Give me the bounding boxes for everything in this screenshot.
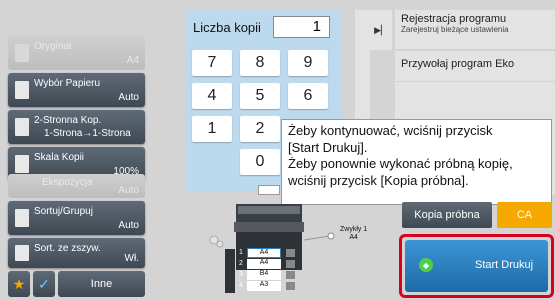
recall-eco-program-button[interactable]: Przywołaj program Eko [395,51,555,81]
tray-paper-icon [286,271,295,279]
exposure-label: Ekspozycja [42,177,93,188]
key-5[interactable]: 5 [240,83,280,109]
play-arrow-icon: ▶▏ [374,24,388,35]
start-icon: ◆ [419,258,433,272]
paper-icon [15,81,29,99]
original-label: Oryginał [34,41,72,52]
sort-value: Auto [118,220,139,231]
tray-stack-body [225,249,235,293]
scale-icon [15,155,29,173]
tooltip-line-4: wciśnij przycisk [Kopia próbna]. [288,172,469,188]
tray-size: A4 [247,248,281,258]
clear-all-button[interactable]: CA [497,202,552,228]
tray-size: B4 [247,270,281,280]
paper-label: Wybór Papieru [34,78,101,89]
tray-number: 2 [239,260,243,267]
original-button[interactable]: Oryginał A4 [8,36,145,70]
scanner-icon [258,185,280,195]
expand-right-panel-button[interactable]: ▶▏ [370,10,392,50]
copies-title: Liczba kopii [193,20,261,35]
duplex-button[interactable]: 2-Stronna Kop. 1-Strona→1-Strona [8,110,145,144]
tray-number: 1 [239,249,243,256]
tray-paper-icon [286,249,295,257]
original-value: A4 [126,55,139,66]
other-button[interactable]: Inne [58,271,145,297]
tray-size: A4 [247,259,281,269]
duplex-icon [15,118,29,136]
start-print-button[interactable]: ◆ Start Drukuj [405,240,548,292]
paper-select-button[interactable]: Wybór Papieru Auto [8,73,145,107]
tray-4[interactable]: 4 A3 [236,281,300,292]
staple-sort-button[interactable]: Sort. ze zszyw. Wł. [8,238,145,268]
paper-value: Auto [118,92,139,103]
exposure-button[interactable]: Ekspozycja Auto [8,174,145,198]
output-tray-size: A4 [349,234,358,241]
recall-eco-label: Przywołaj program Eko [401,58,515,70]
register-program-button[interactable]: Rejestracja programu Zarejestruj bieżące… [395,10,555,50]
key-0[interactable]: 0 [240,149,280,175]
key-1[interactable]: 1 [192,116,232,142]
key-4[interactable]: 4 [192,83,232,109]
tooltip-line-1: Żeby kontynuować, wciśnij przycisk [288,123,493,138]
proof-copy-button[interactable]: Kopia próbna [402,202,492,228]
duplex-text: 2-Stronna Kop. 1-Strona→1-Strona [34,114,131,140]
sort-button[interactable]: Sortuj/Grupuj Auto [8,201,145,235]
paper-trays: 1 A4 2 A4 3 B4 4 A3 [236,248,300,292]
favorite-button[interactable]: ★ [8,271,30,297]
check-icon: ✓ [38,275,50,292]
tray-2[interactable]: 2 A4 [236,259,300,270]
output-tray-label: Zwykły 1 A4 [340,226,367,242]
tray-1[interactable]: 1 A4 [236,248,300,259]
proof-copy-label: Kopia próbna [414,209,480,221]
register-program-subtitle: Zarejestruj bieżące ustawienia [401,25,509,34]
document-icon [15,44,29,62]
scale-label: Skala Kopii [34,152,85,163]
check-button[interactable]: ✓ [33,271,55,297]
key-6[interactable]: 6 [288,83,328,109]
instruction-tooltip: Żeby kontynuować, wciśnij przycisk [Star… [281,119,552,205]
key-8[interactable]: 8 [240,50,280,76]
other-label: Inne [90,278,113,290]
output-tray-name: Zwykły 1 [340,226,368,233]
tray-number: 4 [239,282,243,289]
key-9[interactable]: 9 [288,50,328,76]
star-icon: ★ [12,275,26,292]
tooltip-line-2: [Start Drukuj]. [288,139,368,155]
key-2[interactable]: 2 [240,116,280,142]
tray-3[interactable]: 3 B4 [236,270,300,281]
tray-number: 3 [239,271,243,278]
sort-label: Sortuj/Grupuj [34,206,93,217]
staple-label: Sort. ze zszyw. [34,243,101,254]
exposure-value: Auto [118,185,139,196]
clear-all-label: CA [516,209,533,221]
staple-icon [15,245,29,261]
tray-paper-icon [286,260,295,268]
sort-icon [15,209,29,227]
copy-screen: Oryginał A4 Wybór Papieru Auto 2-Stronna… [0,0,555,300]
tray-size: A3 [247,281,281,291]
staple-value: Wł. [124,253,139,264]
key-7[interactable]: 7 [192,50,232,76]
register-program-title: Rejestracja programu [401,13,507,25]
tray-paper-icon [286,282,295,290]
start-print-label: Start Drukuj [475,259,534,271]
copies-input[interactable]: 1 [273,16,330,38]
duplex-label: 2-Stronna Kop. [34,115,102,126]
duplex-value: 1-Strona→1-Strona [44,128,131,139]
tooltip-line-3: Żeby ponownie wykonać próbną kopię, [288,156,513,171]
